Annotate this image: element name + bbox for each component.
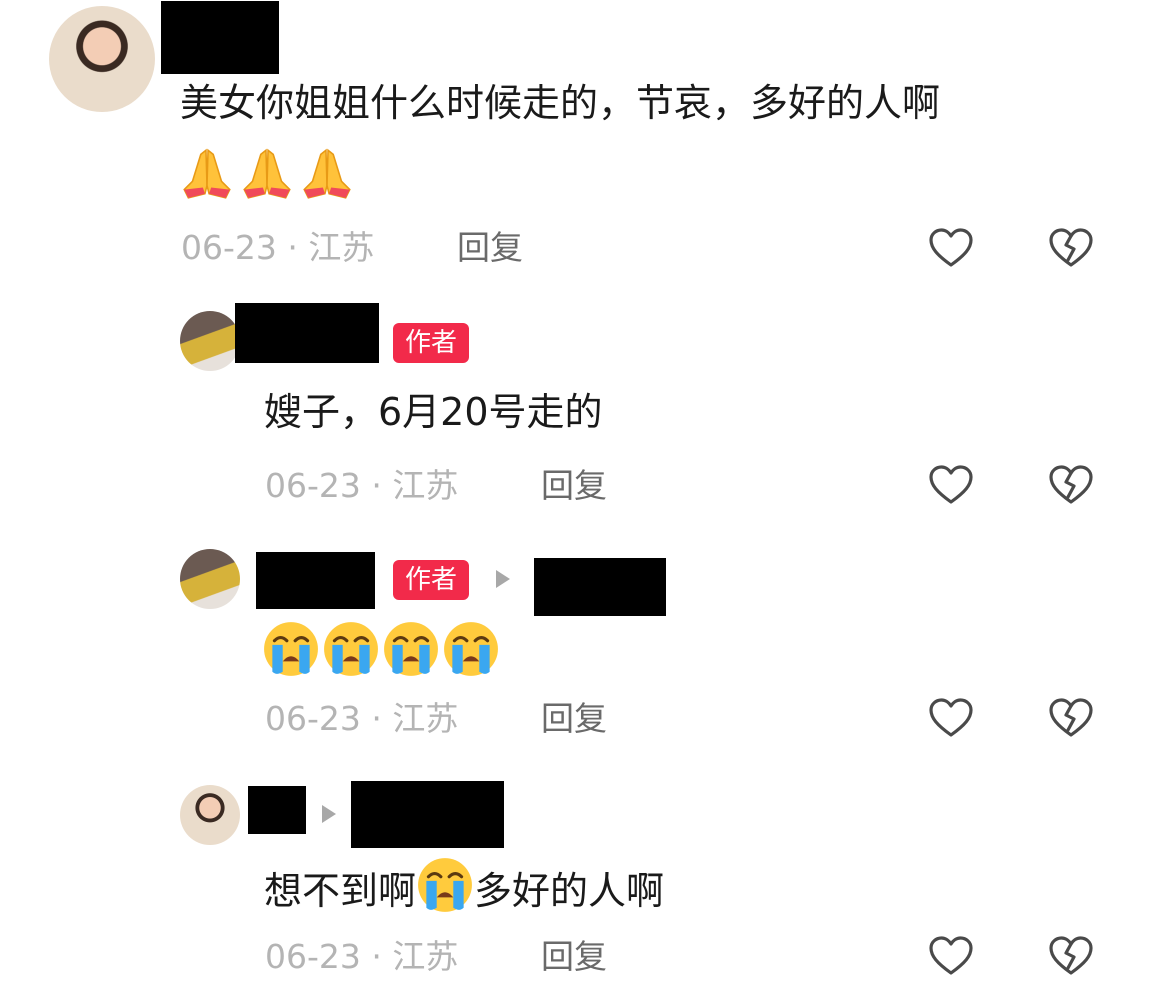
- reply-button[interactable]: 回复: [541, 935, 607, 979]
- redacted-username: [161, 1, 279, 74]
- redacted-username: [235, 303, 379, 363]
- comment-date: 06-23: [265, 937, 361, 976]
- comment-location: 江苏: [308, 228, 375, 267]
- triangle-right-icon: [322, 805, 336, 823]
- comment-location: 江苏: [392, 466, 459, 505]
- broken-heart-icon[interactable]: [1047, 461, 1095, 509]
- folded-hands-icon: [178, 144, 236, 206]
- comment-meta: 06-23 · 江苏: [181, 226, 374, 270]
- reply-button[interactable]: 回复: [541, 464, 607, 508]
- comment-meta: 06-23 · 江苏: [265, 697, 458, 741]
- redacted-reply-to-username: [534, 558, 666, 616]
- loudly-crying-face-icon: [262, 620, 320, 682]
- avatar[interactable]: [180, 311, 240, 371]
- meta-separator: ·: [371, 699, 382, 738]
- comment-text: 嫂子，6月20号走的: [264, 390, 603, 434]
- comment-text-part: 多好的人啊: [474, 869, 665, 913]
- comment-text: 想不到啊 多好的人啊: [264, 856, 664, 926]
- avatar[interactable]: [49, 6, 155, 112]
- emoji-row: [262, 620, 500, 682]
- comment-text: 美女你姐姐什么时候走的，节哀，多好的人啊: [180, 81, 941, 125]
- heart-outline-icon[interactable]: [927, 224, 975, 272]
- loudly-crying-face-icon: [442, 620, 500, 682]
- meta-separator: ·: [371, 937, 382, 976]
- comment-location: 江苏: [392, 699, 459, 738]
- comment-text-part: 想不到啊: [264, 869, 417, 913]
- avatar[interactable]: [180, 549, 240, 609]
- redacted-reply-to-username: [351, 781, 504, 848]
- reply-button[interactable]: 回复: [457, 226, 523, 270]
- meta-separator: ·: [371, 466, 382, 505]
- comment-meta: 06-23 · 江苏: [265, 935, 458, 979]
- comment-date: 06-23: [265, 699, 361, 738]
- loudly-crying-face-icon: [382, 620, 440, 682]
- author-badge: 作者: [393, 560, 470, 600]
- redacted-username: [248, 786, 306, 834]
- heart-outline-icon[interactable]: [927, 694, 975, 742]
- loudly-crying-face-icon: [416, 856, 474, 926]
- meta-separator: ·: [287, 228, 298, 267]
- broken-heart-icon[interactable]: [1047, 932, 1095, 980]
- comment-location: 江苏: [392, 937, 459, 976]
- emoji-row: [178, 144, 356, 206]
- triangle-right-icon: [496, 570, 510, 588]
- broken-heart-icon[interactable]: [1047, 694, 1095, 742]
- broken-heart-icon[interactable]: [1047, 224, 1095, 272]
- comment-date: 06-23: [265, 466, 361, 505]
- folded-hands-icon: [238, 144, 296, 206]
- comment-meta: 06-23 · 江苏: [265, 464, 458, 508]
- redacted-username: [256, 552, 375, 609]
- author-badge: 作者: [393, 323, 470, 363]
- reply-button[interactable]: 回复: [541, 697, 607, 741]
- loudly-crying-face-icon: [322, 620, 380, 682]
- folded-hands-icon: [298, 144, 356, 206]
- avatar[interactable]: [180, 785, 240, 845]
- heart-outline-icon[interactable]: [927, 932, 975, 980]
- heart-outline-icon[interactable]: [927, 461, 975, 509]
- comment-date: 06-23: [181, 228, 277, 267]
